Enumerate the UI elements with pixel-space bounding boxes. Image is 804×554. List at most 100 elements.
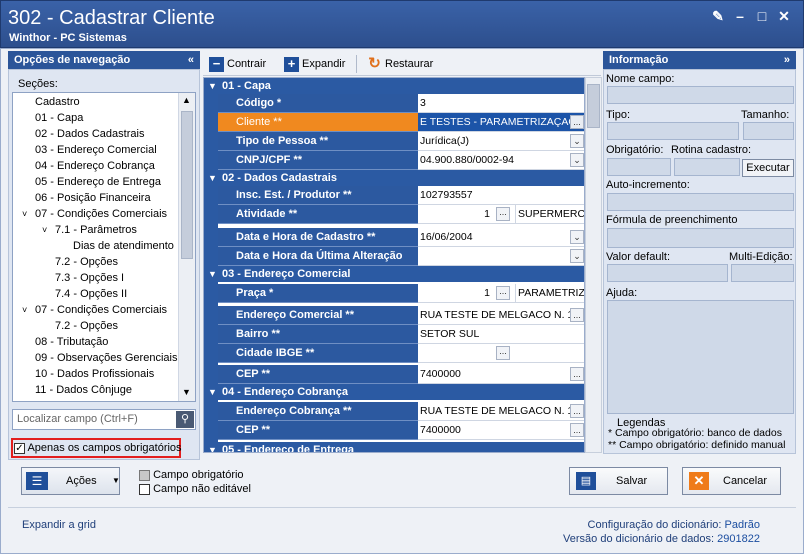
restore-button[interactable]: ↻ Restaurar [367, 56, 433, 72]
close-icon[interactable]: ✕ [776, 8, 792, 24]
cnpj-field[interactable]: 04.900.880/0002-94 ⌄ [418, 151, 584, 170]
collapse-section-icon[interactable]: ▼ [208, 384, 217, 400]
search-icon[interactable]: ⚲ [176, 411, 194, 428]
tree-item[interactable]: 7.1 - Parâmetros [55, 223, 137, 237]
expand-grid-link[interactable]: Expandir a grid [22, 519, 96, 531]
collapse-section-icon[interactable]: ▼ [208, 266, 217, 282]
field-label[interactable]: Tipo de Pessoa ** [218, 132, 418, 151]
tree-item[interactable]: 09 - Observações Gerenciais [35, 351, 177, 365]
billing-address-field[interactable]: RUA TESTE DE MELGACO N. 10... [418, 402, 584, 421]
field-label[interactable]: Data e Hora da Última Alteração [218, 247, 418, 266]
person-type-select[interactable]: Jurídica(J) ⌄ [418, 132, 584, 151]
tree-item[interactable]: 11 - Dados Cônjuge [35, 383, 132, 397]
grid-section-header[interactable]: ▼ 05 - Endereço de Entrega [204, 442, 584, 452]
expand-node-icon[interactable]: ˅ [42, 223, 47, 237]
tree-item[interactable]: 03 - Endereço Comercial [35, 143, 157, 157]
ellipsis-icon[interactable]: ... [496, 207, 510, 221]
field-label[interactable]: Bairro ** [218, 325, 418, 344]
tree-item[interactable]: 7.4 - Opções II [55, 287, 127, 301]
tree-item[interactable]: 7.2 - Opções [55, 319, 118, 333]
tree-item[interactable]: 7.2 - Opções [55, 255, 118, 269]
expand-node-icon[interactable]: ˅ [22, 207, 27, 221]
ellipsis-icon[interactable]: ... [570, 367, 584, 381]
collapse-panel-icon[interactable]: « [188, 51, 194, 69]
cep-field[interactable]: 7400000... [418, 365, 584, 384]
scroll-up-icon[interactable]: ▲ [182, 95, 191, 105]
collapse-button[interactable]: − Contrair [209, 56, 266, 72]
field-label[interactable]: Praça * [218, 284, 418, 303]
cancel-button[interactable]: ✕ Cancelar [682, 467, 781, 495]
ellipsis-icon[interactable]: ... [570, 404, 584, 418]
dropdown-arrow-icon[interactable]: ▼ [112, 468, 120, 494]
field-label[interactable]: CNPJ/CPF ** [218, 151, 418, 170]
expand-button[interactable]: + Expandir [284, 56, 345, 72]
ellipsis-icon[interactable]: ... [570, 115, 584, 129]
field-value[interactable]: 102793557 [418, 186, 584, 205]
chevron-down-icon[interactable]: ⌄ [570, 134, 584, 148]
tree-item[interactable]: 10 - Dados Profissionais [35, 367, 154, 381]
scroll-thumb[interactable] [587, 84, 600, 128]
grid-section-header[interactable]: ▼ 03 - Endereço Comercial [204, 266, 584, 282]
field-label[interactable]: Endereço Cobrança ** [218, 402, 418, 421]
expand-panel-icon[interactable]: » [784, 51, 790, 69]
field-label[interactable]: CEP ** [218, 365, 418, 384]
tree-item[interactable]: Cadastro [35, 95, 80, 109]
expand-node-icon[interactable]: ˅ [22, 303, 27, 317]
last-change-date-field[interactable]: ⌄ [418, 247, 584, 266]
grid-section-header[interactable]: ▼ 01 - Capa [204, 78, 584, 94]
chevron-down-icon[interactable]: ⌄ [570, 249, 584, 263]
register-date-field[interactable]: 16/06/2004 ⌄ [418, 228, 584, 247]
collapse-section-icon[interactable]: ▼ [208, 170, 217, 186]
collapse-section-icon[interactable]: ▼ [208, 442, 217, 452]
activity-field[interactable]: 1... SUPERMERCA [418, 205, 584, 224]
grid-section-header[interactable]: ▼ 02 - Dados Cadastrais [204, 170, 584, 186]
tree-item[interactable]: 08 - Tributação [35, 335, 108, 349]
field-label[interactable]: Cidade IBGE ** [218, 344, 418, 363]
field-search-input[interactable]: Localizar campo (Ctrl+F) ⚲ [12, 409, 196, 430]
field-label[interactable]: Atividade ** [218, 205, 418, 224]
only-required-checkbox[interactable]: ✓ Apenas os campos obrigatórios [14, 442, 182, 454]
tree-item[interactable]: 07 - Condições Comerciais [35, 303, 167, 317]
grid-section-header[interactable]: ▼ 04 - Endereço Cobrança [204, 384, 584, 400]
tree-item[interactable]: 02 - Dados Cadastrais [35, 127, 144, 141]
chevron-down-icon[interactable]: ⌄ [570, 153, 584, 167]
ellipsis-icon[interactable]: ... [570, 423, 584, 437]
collapse-section-icon[interactable]: ▼ [208, 78, 217, 94]
ibge-city-field[interactable]: ... [418, 344, 584, 363]
ellipsis-icon[interactable]: ... [496, 346, 510, 360]
field-label[interactable]: Insc. Est. / Produtor ** [218, 186, 418, 205]
tree-scrollbar[interactable]: ▲ ▼ [178, 93, 195, 401]
chevron-down-icon[interactable]: ⌄ [570, 230, 584, 244]
minimize-icon[interactable]: – [732, 8, 748, 24]
client-field-value[interactable]: E TESTES - PARAMETRIZAÇAO... [418, 113, 584, 132]
sections-tree[interactable]: Cadastro 01 - Capa 02 - Dados Cadastrais… [12, 92, 196, 402]
tree-item[interactable]: 7.3 - Opções I [55, 271, 124, 285]
field-value[interactable]: SETOR SUL [418, 325, 584, 344]
field-value[interactable]: 3 [418, 94, 584, 113]
square-field[interactable]: 1... PARAMETRIZ [418, 284, 584, 303]
execute-button[interactable]: Executar [742, 159, 794, 177]
field-label[interactable]: Endereço Comercial ** [218, 306, 418, 325]
tree-item[interactable]: Dias de atendimento [73, 239, 174, 253]
field-label[interactable]: Data e Hora de Cadastro ** [218, 228, 418, 247]
field-label[interactable]: CEP ** [218, 421, 418, 440]
edit-window-icon[interactable]: ✎ [710, 8, 726, 24]
ellipsis-icon[interactable]: ... [570, 308, 584, 322]
tree-item[interactable]: 07 - Condições Comerciais [35, 207, 167, 221]
field-label[interactable]: Código * [218, 94, 418, 113]
tree-item[interactable]: 01 - Capa [35, 111, 83, 125]
tree-item[interactable]: 04 - Endereço Cobrança [35, 159, 155, 173]
field-label-selected[interactable]: Cliente ** [218, 113, 418, 132]
actions-button[interactable]: ☰ Ações ▼ [21, 467, 120, 495]
ellipsis-icon[interactable]: ... [496, 286, 510, 300]
commercial-address-field[interactable]: RUA TESTE DE MELGACO N. 10... [418, 306, 584, 325]
checkbox-checked-icon[interactable]: ✓ [14, 442, 25, 454]
tree-item[interactable]: 05 - Endereço de Entrega [35, 175, 161, 189]
scroll-down-icon[interactable]: ▼ [182, 387, 191, 397]
save-button[interactable]: ▤ Salvar [569, 467, 668, 495]
scroll-thumb[interactable] [181, 111, 193, 259]
maximize-icon[interactable]: □ [754, 8, 770, 24]
billing-cep-field[interactable]: 7400000... [418, 421, 584, 440]
tree-item[interactable]: 06 - Posição Financeira [35, 191, 151, 205]
grid-scrollbar[interactable] [585, 77, 602, 453]
